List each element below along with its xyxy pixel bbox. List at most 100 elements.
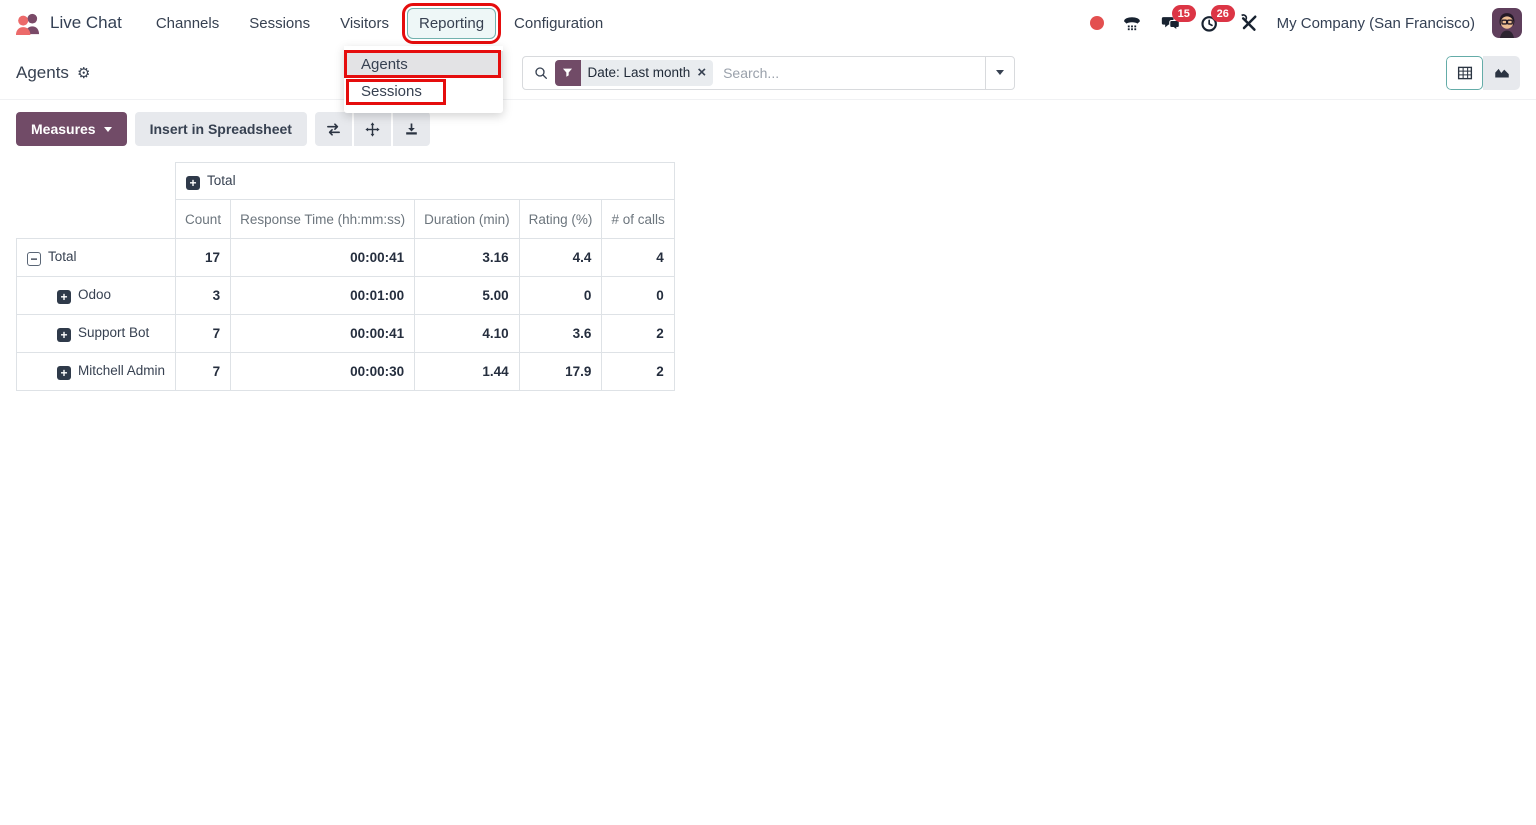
search-input[interactable] [713,65,984,81]
cell-value: 2 [602,315,674,353]
search-options-toggle[interactable] [985,57,1014,89]
page-title: Agents [16,63,69,83]
cell-value: 5.00 [415,277,520,315]
cell-value: 17.9 [519,353,602,391]
col-group-label: Total [207,173,236,188]
filter-icon [555,60,581,86]
menu-visitors[interactable]: Visitors [328,8,401,39]
pivot-view: + Total Count Response Time (hh:mm:ss) Du… [0,146,1536,391]
measure-header-count[interactable]: Count [176,200,231,239]
chevron-down-icon [104,127,112,132]
systray: 15 26 My Company (San Francisco) [1090,8,1522,38]
pivot-corner-cell [17,200,176,239]
pivot-toolbar: Measures Insert in Spreadsheet [0,100,1536,146]
cell-value: 00:00:41 [231,315,415,353]
cell-value: 7 [176,353,231,391]
expand-all-icon [364,121,381,138]
dropdown-item-agents[interactable]: Agents [344,51,503,78]
cell-value: 3.6 [519,315,602,353]
dropdown-item-sessions[interactable]: Sessions [344,78,503,105]
expand-icon: + [57,328,71,342]
download-icon [403,121,420,138]
measure-header-duration[interactable]: Duration (min) [415,200,520,239]
control-panel: Agents ⚙ Date: Last month × [0,46,1536,100]
main-menu: Channels Sessions Visitors Reporting Con… [144,8,615,39]
table-row-mitchell-admin: + Mitchell Admin 7 00:00:30 1.44 17.9 2 [17,353,675,391]
measure-header-rating[interactable]: Rating (%) [519,200,602,239]
row-header-support-bot[interactable]: + Support Bot [17,315,176,353]
table-row-odoo: + Odoo 3 00:01:00 5.00 0 0 [17,277,675,315]
pivot-grid-icon [1456,64,1474,82]
expand-icon: + [57,290,71,304]
pivot-view-button[interactable] [1446,56,1483,90]
row-label: Odoo [78,287,111,302]
row-header-odoo[interactable]: + Odoo [17,277,176,315]
messages-badge: 15 [1172,5,1196,22]
cell-value: 00:00:41 [231,239,415,277]
expand-all-button[interactable] [354,112,391,146]
expand-icon: + [57,366,71,380]
flip-axis-button[interactable] [315,112,352,146]
activities-clock-icon[interactable]: 26 [1199,12,1221,34]
messages-icon[interactable]: 15 [1160,12,1182,34]
recording-status-dot[interactable] [1090,16,1104,30]
facet-remove-icon[interactable]: × [697,65,706,80]
measures-label: Measures [31,121,96,137]
app-name: Live Chat [50,13,122,33]
odoo-livechat-page: Live Chat Channels Sessions Visitors Rep… [0,0,1536,825]
cell-value: 4.4 [519,239,602,277]
cell-value: 00:01:00 [231,277,415,315]
cell-value: 4 [602,239,674,277]
collapse-icon: − [27,252,41,266]
row-label: Total [48,249,77,264]
company-name[interactable]: My Company (San Francisco) [1277,15,1475,32]
cell-value: 0 [602,277,674,315]
download-xlsx-button[interactable] [393,112,430,146]
search-bar: Date: Last month × [522,56,1015,90]
measure-header-response-time[interactable]: Response Time (hh:mm:ss) [231,200,415,239]
cell-value: 7 [176,315,231,353]
activities-badge: 26 [1211,5,1235,22]
col-group-header-total[interactable]: + Total [176,163,675,200]
expand-icon: + [186,176,200,190]
phone-icon[interactable] [1121,12,1143,34]
menu-sessions[interactable]: Sessions [237,8,322,39]
app-switcher[interactable]: Live Chat [14,11,122,36]
graph-view-button[interactable] [1483,56,1520,90]
pivot-corner-cell [17,163,176,200]
menu-channels[interactable]: Channels [144,8,231,39]
user-avatar[interactable] [1492,8,1522,38]
table-row-total: −Total 17 00:00:41 3.16 4.4 4 [17,239,675,277]
menu-reporting[interactable]: Reporting [407,8,496,39]
area-chart-icon [1493,64,1511,82]
menu-configuration[interactable]: Configuration [502,8,615,39]
row-header-total[interactable]: −Total [17,239,176,277]
pivot-icon-buttons [315,112,430,146]
cell-value: 17 [176,239,231,277]
table-row-support-bot: +Support Bot 7 00:00:41 4.10 3.6 2 [17,315,675,353]
facet-label: Date: Last month [588,65,691,80]
insert-in-spreadsheet-button[interactable]: Insert in Spreadsheet [135,112,307,146]
chevron-down-icon [996,70,1004,75]
view-switcher [1446,56,1520,90]
measure-header-calls[interactable]: # of calls [602,200,674,239]
flip-axis-icon [325,121,342,138]
livechat-logo-icon [14,11,41,36]
cell-value: 3.16 [415,239,520,277]
cell-value: 3 [176,277,231,315]
row-header-mitchell-admin[interactable]: + Mitchell Admin [17,353,176,391]
row-label: Mitchell Admin [78,363,165,378]
top-navbar: Live Chat Channels Sessions Visitors Rep… [0,0,1536,46]
measures-button[interactable]: Measures [16,112,127,146]
cell-value: 2 [602,353,674,391]
row-label: Support Bot [78,325,149,340]
cell-value: 1.44 [415,353,520,391]
view-switcher-zone [1015,56,1521,90]
search-facet-date[interactable]: Date: Last month × [555,60,714,86]
pivot-table: + Total Count Response Time (hh:mm:ss) Du… [16,162,675,391]
reporting-dropdown-menu: Agents Sessions [344,46,503,113]
cell-value: 00:00:30 [231,353,415,391]
cell-value: 0 [519,277,602,315]
gear-icon[interactable]: ⚙ [77,64,90,82]
debug-tools-icon[interactable] [1238,12,1260,34]
